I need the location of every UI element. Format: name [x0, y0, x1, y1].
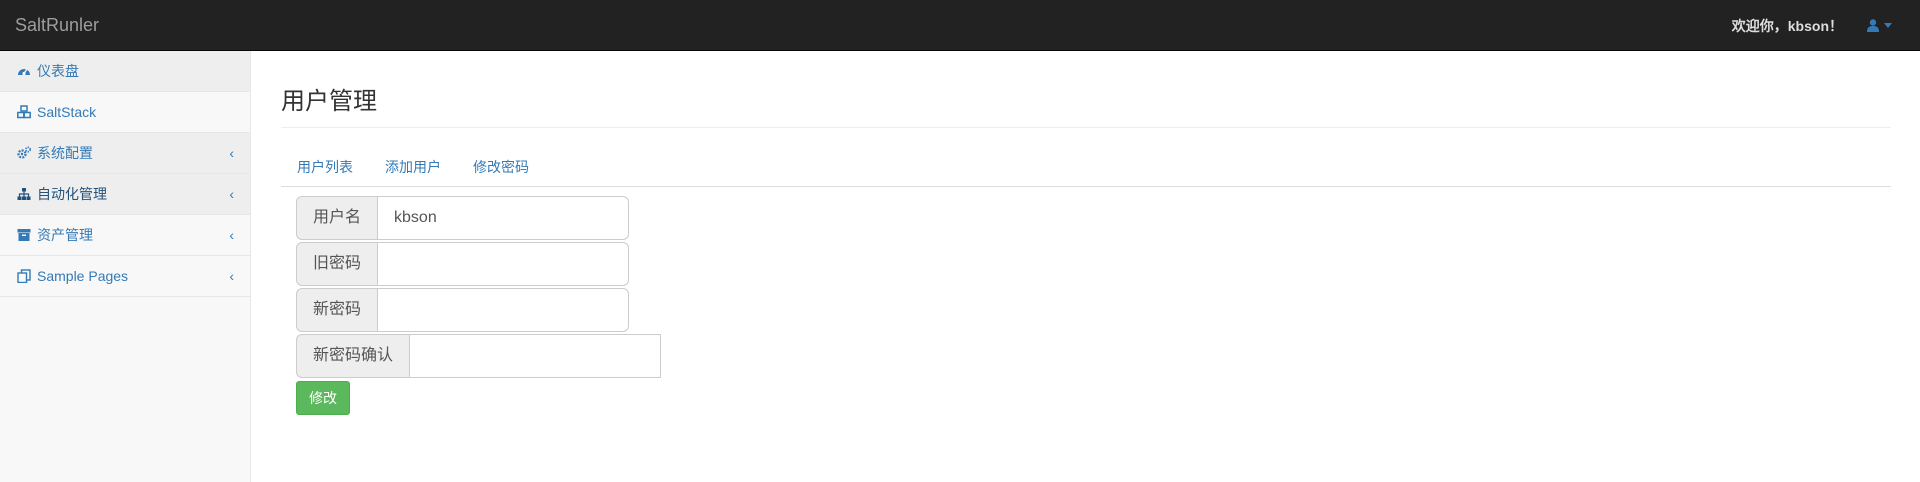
tab-user-list[interactable]: 用户列表 [281, 147, 369, 186]
page-title: 用户管理 [281, 87, 1891, 128]
sidebar-item-assets[interactable]: 资产管理 ‹ [0, 215, 250, 256]
sidebar-item-label: 资产管理 [37, 226, 93, 243]
welcome-text: 欢迎你，kbson！ [1731, 17, 1843, 34]
files-icon [17, 269, 31, 283]
chevron-left-icon: ‹ [229, 268, 234, 284]
change-password-form: 用户名 旧密码 新密码 新密码确认 修改 [296, 196, 1891, 415]
new-password-label: 新密码 [296, 288, 378, 332]
username-field[interactable] [377, 196, 630, 240]
tab-add-user[interactable]: 添加用户 [369, 147, 457, 186]
username-group: 用户名 [296, 196, 1891, 240]
tab-change-password[interactable]: 修改密码 [457, 147, 545, 186]
archive-icon [17, 228, 31, 242]
new-password-group: 新密码 [296, 288, 1891, 332]
sidebar-item-label: 系统配置 [37, 144, 93, 161]
chevron-left-icon: ‹ [229, 227, 234, 243]
old-password-group: 旧密码 [296, 242, 1891, 286]
sidebar-item-label: 仪表盘 [37, 62, 79, 79]
sidebar-item-saltstack[interactable]: SaltStack [0, 92, 250, 133]
sidebar-item-sample-pages[interactable]: Sample Pages ‹ [0, 256, 250, 297]
chevron-left-icon: ‹ [229, 186, 234, 202]
submit-button[interactable]: 修改 [296, 381, 350, 415]
confirm-password-group: 新密码确认 [296, 334, 1891, 378]
top-navbar: SaltRunler 欢迎你，kbson！ [0, 0, 1920, 51]
user-menu-toggle[interactable] [1867, 19, 1892, 32]
caret-down-icon [1884, 23, 1892, 28]
sidebar-item-system-config[interactable]: 系统配置 ‹ [0, 133, 250, 174]
gears-icon [17, 146, 31, 160]
brand-logo[interactable]: SaltRunler [15, 0, 99, 51]
user-icon [1867, 19, 1879, 32]
cubes-icon [17, 105, 31, 119]
sidebar-item-label: 自动化管理 [37, 185, 107, 202]
chevron-left-icon: ‹ [229, 145, 234, 161]
sidebar: 仪表盘 SaltStack 系统配置 ‹ 自动化管理 ‹ 资产管理 ‹ Samp… [0, 51, 251, 482]
sitemap-icon [17, 187, 31, 201]
navbar-right: 欢迎你，kbson！ [1732, 0, 1892, 51]
sidebar-item-label: Sample Pages [37, 267, 129, 284]
tab-bar: 用户列表 添加用户 修改密码 [281, 147, 1891, 187]
dashboard-icon [17, 64, 31, 78]
old-password-field[interactable] [377, 242, 630, 286]
new-password-field[interactable] [377, 288, 630, 332]
sidebar-item-label: SaltStack [37, 103, 97, 120]
confirm-password-label: 新密码确认 [296, 334, 410, 378]
confirm-password-field[interactable] [409, 334, 662, 378]
sidebar-item-dashboard[interactable]: 仪表盘 [0, 51, 250, 92]
old-password-label: 旧密码 [296, 242, 378, 286]
username-label: 用户名 [296, 196, 378, 240]
sidebar-item-automation[interactable]: 自动化管理 ‹ [0, 174, 250, 215]
main-content: 用户管理 用户列表 添加用户 修改密码 用户名 旧密码 新密码 新密码确认 修改 [281, 51, 1891, 415]
